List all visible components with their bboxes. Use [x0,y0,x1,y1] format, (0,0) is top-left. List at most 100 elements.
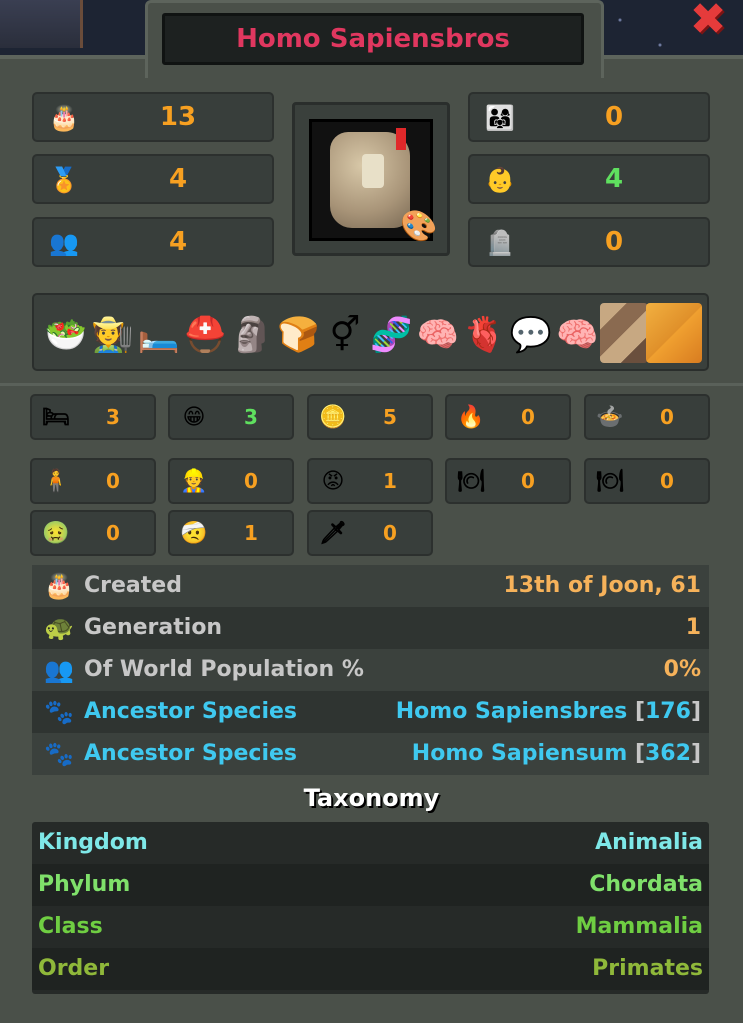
turtle-icon: 🐢 [44,614,74,642]
counter-value: 0 [521,405,535,429]
ancestor-value[interactable]: Homo Sapiensbres [176] [396,691,701,733]
stat-value: 0 [604,227,624,257]
bread-icon[interactable]: 🍞 [277,309,321,361]
created-row: 🎂 Created 13th of Joon, 61 [32,565,709,607]
taxonomy-label: Kingdom [38,830,148,855]
ancestor-id: 176 [645,699,691,724]
counter-box[interactable]: 🍽 0 [584,458,710,504]
injured-icon: 🤕 [180,521,208,546]
figure-sprite [362,154,384,188]
population-icon: 👥 [49,229,79,257]
counter-box[interactable]: 🤕 1 [168,510,294,556]
stomach-icon[interactable]: 🫀 [463,309,507,361]
counter-box[interactable]: 🍽 0 [445,458,571,504]
taxonomy-title: Taxonomy [303,784,440,812]
counter-box[interactable]: 🗡 0 [307,510,433,556]
family-icon: 👨‍👩‍👧 [485,104,515,132]
sleepy-farmer-icon[interactable]: 🧑‍🌾 [91,309,135,361]
angry-face-icon: 😡 [321,469,345,494]
close-icon[interactable]: ✖ [687,0,729,42]
paw-icon: 🐾 [44,740,74,768]
window-title: Homo Sapiensbros [162,13,584,65]
paw-icon: 🐾 [44,698,74,726]
counter-box[interactable]: 😡 1 [307,458,433,504]
counter-value: 0 [660,405,674,429]
taxonomy-value: Mammalia [575,914,703,939]
helmet-brain-icon[interactable]: ⛑️ [184,309,228,361]
counter-value: 0 [244,469,258,493]
section-divider [0,383,743,386]
ancestor-label: Ancestor Species [84,699,297,724]
taxonomy-label: Phylum [38,872,131,897]
taxonomy-row: Class Mammalia [32,906,709,948]
happy-face-icon: 😁 [182,405,206,430]
taxonomy-row: Kingdom Animalia [32,822,709,864]
counter-box[interactable]: 🔥 0 [445,394,571,440]
generation-value: 1 [685,615,701,640]
skin-tone-swatch[interactable] [600,303,648,363]
fire-face-icon: 🔥 [457,405,485,430]
counter-box[interactable]: 👷 0 [168,458,294,504]
paint-palette-icon[interactable]: 🎨 [400,209,442,249]
ancestor-id-open: [ [634,741,645,766]
brain-icon[interactable]: 🧠 [556,309,600,361]
stat-value: 4 [604,164,624,194]
population-label: Of World Population % [84,657,364,682]
counter-value: 0 [383,521,397,545]
food-plate-icon[interactable]: 🥗 [44,309,88,361]
ancestor-id: 362 [645,741,691,766]
ancestor-name[interactable]: Homo Sapiensbres [396,699,628,724]
ancestor-id-close: ] [690,699,701,724]
generation-row: 🐢 Generation 1 [32,607,709,649]
gold-coin-icon: 🪙 [319,405,347,430]
left-stat[interactable]: 👥 4 [32,217,274,267]
population-row: 👥 Of World Population % 0% [32,649,709,691]
species-portrait[interactable]: 🎨 [292,102,450,256]
ancestor-value[interactable]: Homo Sapiensum [362] [412,733,701,775]
counter-box[interactable]: 🤢 0 [30,510,156,556]
bed-icon: 🛏 [42,405,70,430]
counter-box[interactable]: 🍲 0 [584,394,710,440]
talking-brain-icon[interactable]: 💬 [509,309,553,361]
fur-color-swatch[interactable] [646,303,702,363]
night-bed-icon[interactable]: 🛏️ [137,309,181,361]
moai-icon[interactable]: 🗿 [230,309,274,361]
population-value: 0% [663,657,701,682]
brain-bones-icon[interactable]: 🧠 [416,309,460,361]
right-stat[interactable]: 👶 4 [468,154,710,204]
taxonomy-value: Primates [592,956,703,981]
stat-value: 4 [168,164,188,194]
laurel-icon: 🏅 [49,166,79,194]
stat-value: 13 [159,102,197,132]
counter-value: 3 [106,405,120,429]
ancestor-row[interactable]: 🐾 Ancestor Species Homo Sapiensbres [176… [32,691,709,733]
counter-box[interactable]: 🛏 3 [30,394,156,440]
left-stat[interactable]: 🏅 4 [32,154,274,204]
red-flag-icon [396,128,406,150]
ancestor-id-open: [ [634,699,645,724]
counter-value: 3 [244,405,258,429]
castle-corner-decoration [0,0,83,48]
left-stat[interactable]: 🎂 13 [32,92,274,142]
counter-box[interactable]: 🧍 0 [30,458,156,504]
broken-plate-icon: 🍽 [596,469,624,494]
baby-icon: 👶 [485,166,515,194]
gender-icon[interactable]: ⚥ [323,309,367,361]
population-icon: 👥 [44,656,74,684]
taxonomy-value: Animalia [595,830,703,855]
traits-bar: 🥗 🧑‍🌾 🛏️ ⛑️ 🗿 🍞 ⚥ 🧬 🧠 🫀 💬 🧠 [32,293,709,371]
counter-value: 1 [383,469,397,493]
ancestor-id-close: ] [690,741,701,766]
ancestor-name[interactable]: Homo Sapiensum [412,741,627,766]
counter-value: 0 [106,469,120,493]
counter-box[interactable]: 🪙 5 [307,394,433,440]
created-value: 13th of Joon, 61 [503,573,701,598]
taxonomy-value: Chordata [589,872,703,897]
taxonomy-label: Order [38,956,110,981]
counter-box[interactable]: 😁 3 [168,394,294,440]
right-stat[interactable]: 🪦 0 [468,217,710,267]
ancestor-row[interactable]: 🐾 Ancestor Species Homo Sapiensum [362] [32,733,709,775]
dna-icon[interactable]: 🧬 [370,309,414,361]
counter-value: 0 [106,521,120,545]
right-stat[interactable]: 👨‍👩‍👧 0 [468,92,710,142]
